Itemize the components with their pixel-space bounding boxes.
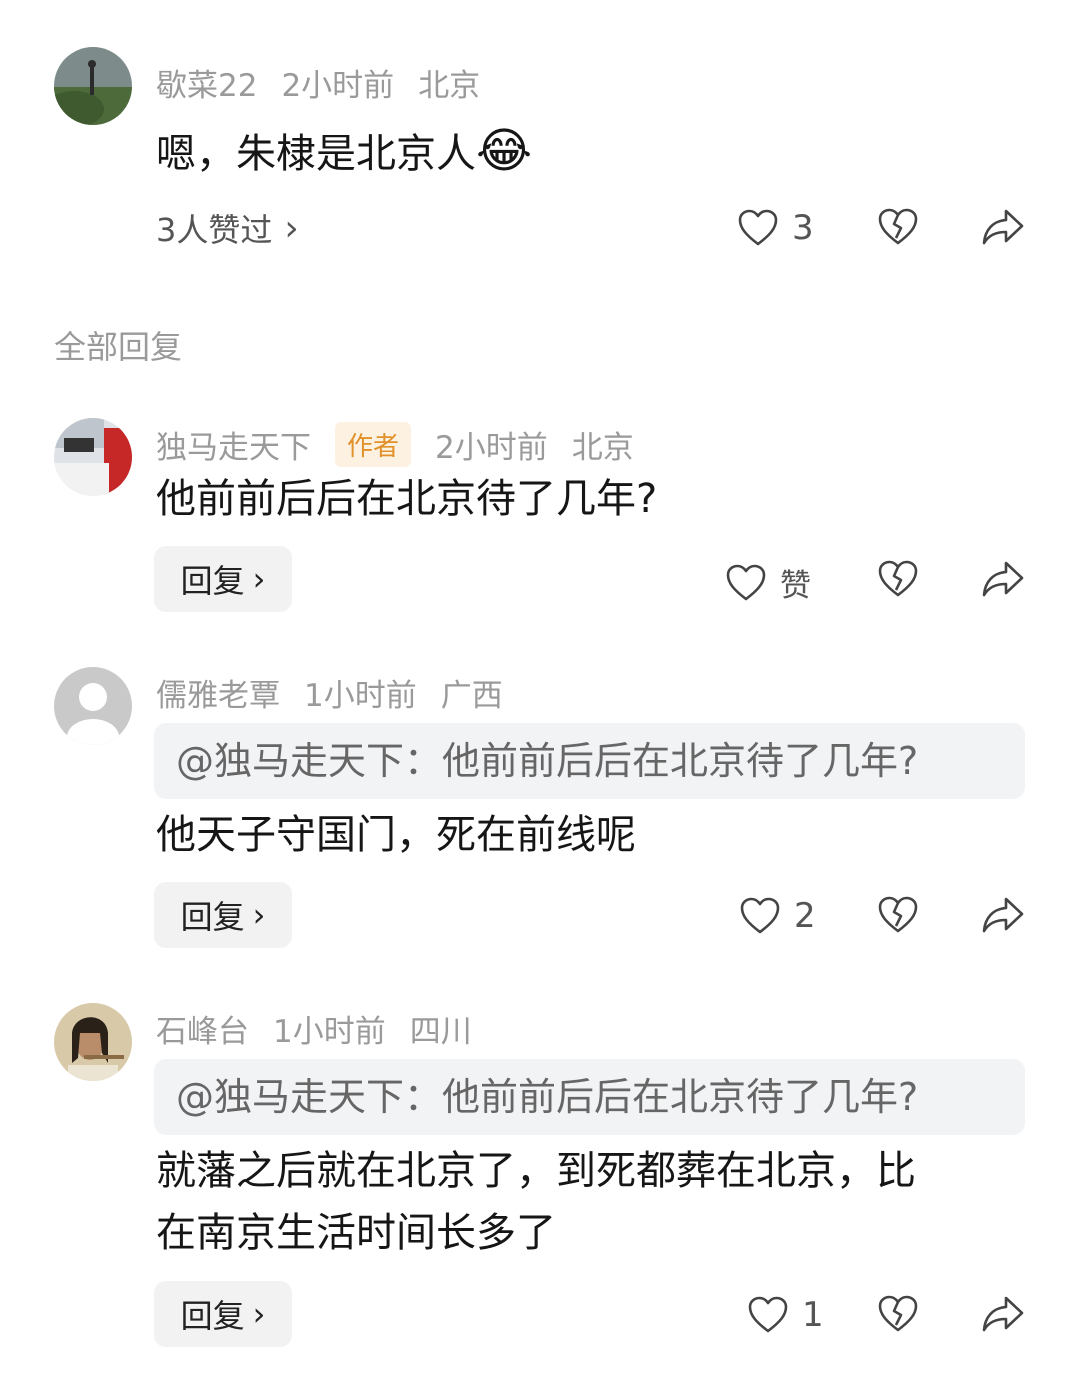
broken-heart-icon: [878, 896, 918, 934]
chevron-right-icon: ›: [252, 560, 266, 598]
avatar-duma[interactable]: [54, 418, 132, 496]
reply-label: 回复: [180, 562, 245, 600]
like-button[interactable]: 1: [748, 1295, 824, 1335]
share-icon: [982, 1295, 1024, 1333]
comment-body: 嗯，朱棣是北京人: [156, 131, 476, 177]
username[interactable]: 歇菜22: [156, 60, 257, 105]
broken-heart-icon: [878, 208, 918, 246]
quoted-reply[interactable]: @独马走天下：他前前后后在北京待了几年?: [154, 723, 1025, 799]
reply-button[interactable]: 回复 ›: [154, 1281, 292, 1347]
reply-button[interactable]: 回复 ›: [154, 546, 292, 612]
location: 四川: [409, 1014, 472, 1050]
timestamp: 1小时前: [304, 678, 417, 714]
timestamp: 2小时前: [435, 430, 548, 466]
reply-text-line-1: 就藩之后就在北京了，到死都葬在北京，比: [156, 1148, 916, 1194]
share-button[interactable]: [982, 1295, 1024, 1333]
broken-heart-icon: [878, 1295, 918, 1333]
heart-icon: [738, 209, 778, 247]
heart-icon: [726, 564, 766, 602]
reply-text: 就藩之后就在北京了，到死都葬在北京，比 在南京生活时间长多了: [156, 1140, 916, 1264]
avatar-shifengtai[interactable]: [54, 1003, 132, 1081]
avatar-ruya[interactable]: [54, 667, 132, 745]
likers-label: 3人赞过: [156, 211, 273, 249]
timestamp: 2小时前: [281, 68, 395, 104]
location: 北京: [571, 430, 634, 466]
section-title-all-replies: 全部回复: [54, 328, 183, 366]
quoted-reply[interactable]: @独马走天下：他前前后后在北京待了几年?: [154, 1059, 1025, 1135]
reply-label: 回复: [180, 898, 245, 936]
reply-text: 他前前后后在北京待了几年?: [156, 476, 658, 522]
dislike-button[interactable]: [878, 896, 918, 934]
heart-icon: [748, 1296, 788, 1334]
reply-button[interactable]: 回复 ›: [154, 882, 292, 948]
emoji-laugh-icon: 😂: [476, 123, 533, 179]
like-count: 1: [802, 1295, 824, 1335]
broken-heart-icon: [878, 560, 918, 598]
location: 广西: [440, 678, 503, 714]
like-button[interactable]: 2: [740, 896, 816, 936]
share-icon: [982, 560, 1024, 598]
like-count: 3: [792, 208, 814, 248]
like-count: 2: [794, 896, 816, 936]
like-button[interactable]: 赞: [726, 560, 811, 605]
reply-label: 回复: [180, 1297, 245, 1335]
username[interactable]: 儒雅老覃: [156, 670, 280, 715]
chevron-right-icon: ›: [284, 207, 299, 249]
comment-text: 嗯，朱棣是北京人😂: [156, 120, 532, 185]
reply-text-line-2: 在南京生活时间长多了: [156, 1210, 556, 1256]
timestamp: 1小时前: [273, 1014, 386, 1050]
dislike-button[interactable]: [878, 1295, 918, 1333]
reply-meta: 独马走天下 作者 2小时前 北京: [156, 422, 658, 467]
share-icon: [982, 896, 1024, 934]
username[interactable]: 石峰台: [156, 1006, 249, 1051]
share-button[interactable]: [982, 560, 1024, 598]
username[interactable]: 独马走天下: [156, 422, 311, 467]
dislike-button[interactable]: [878, 208, 918, 246]
location: 北京: [418, 68, 481, 104]
avatar-xiecai22[interactable]: [54, 47, 132, 125]
dislike-button[interactable]: [878, 560, 918, 598]
heart-icon: [740, 897, 780, 935]
share-icon: [982, 208, 1024, 246]
reply-meta: 石峰台 1小时前 四川: [156, 1006, 496, 1051]
share-button[interactable]: [982, 896, 1024, 934]
reply-text: 他天子守国门，死在前线呢: [156, 812, 636, 858]
comment-meta: 歇菜22 2小时前 北京: [156, 60, 504, 105]
chevron-right-icon: ›: [252, 896, 266, 934]
chevron-right-icon: ›: [252, 1295, 266, 1333]
likers-link[interactable]: 3人赞过 ›: [156, 205, 299, 251]
like-label: 赞: [780, 568, 811, 604]
like-button[interactable]: 3: [738, 208, 814, 248]
share-button[interactable]: [982, 208, 1024, 246]
reply-meta: 儒雅老覃 1小时前 广西: [156, 670, 527, 715]
author-badge: 作者: [335, 422, 412, 467]
